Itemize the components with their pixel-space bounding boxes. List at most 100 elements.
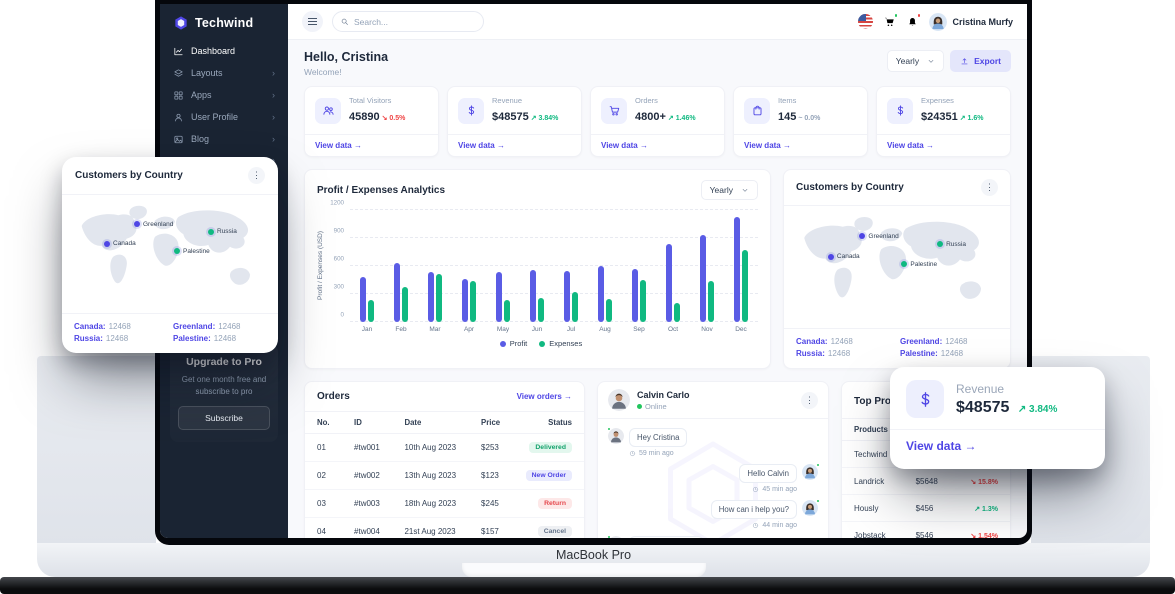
- sidebar-item-label: User Profile: [191, 112, 265, 122]
- chart-bars: [350, 210, 758, 322]
- cart-icon[interactable]: [883, 15, 896, 28]
- country-value: 12468: [106, 334, 128, 343]
- order-id: #tw003: [342, 490, 392, 518]
- subscribe-button[interactable]: Subscribe: [178, 406, 270, 430]
- country-name: Canada:: [796, 337, 828, 346]
- sidebar-item-apps[interactable]: Apps›: [160, 84, 288, 106]
- laptop-deck: MacBook Pro: [37, 543, 1150, 577]
- stat-label: Expenses: [921, 96, 983, 105]
- order-price: $253: [469, 434, 513, 462]
- stat-delta: ↘ 0.5%: [382, 115, 406, 122]
- chart-x-tick: Feb: [384, 326, 418, 333]
- table-row: 02#tw00213th Aug 2023$123New Order: [305, 462, 584, 490]
- country-name: Greenland:: [900, 337, 942, 346]
- profit-bar: [462, 279, 468, 322]
- us-flag-icon[interactable]: [858, 14, 873, 29]
- orders-title: Orders: [317, 391, 350, 402]
- export-button[interactable]: Export: [950, 50, 1011, 72]
- chart-x-tick: Jan: [350, 326, 384, 333]
- bar-group-jun: [520, 210, 554, 322]
- revenue-delta: ↗ 3.84%: [1018, 404, 1058, 415]
- dollar-icon: [916, 390, 935, 409]
- menu-toggle-button[interactable]: [302, 11, 323, 32]
- device-label: MacBook Pro: [37, 548, 1150, 562]
- legend-dot: [539, 341, 545, 347]
- marker-label: Greenland: [143, 221, 173, 228]
- hamburger-icon: [308, 21, 317, 22]
- bell-icon[interactable]: [906, 15, 919, 28]
- kebab-menu-icon[interactable]: ⋮: [248, 167, 265, 184]
- view-data-link[interactable]: View data →: [734, 134, 867, 156]
- brand[interactable]: Techwind: [160, 4, 288, 40]
- map-marker-greenland: Greenland: [134, 221, 173, 228]
- status-badge: Return: [538, 498, 572, 509]
- bar-group-may: [486, 210, 520, 322]
- chat-card: Calvin Carlo Online ⋮ Hey Cristina59 min…: [597, 381, 829, 538]
- stat-value: 145: [778, 111, 796, 123]
- user-menu[interactable]: Cristina Murfy: [929, 13, 1013, 31]
- search-input[interactable]: [332, 11, 484, 32]
- orders-col-header: Status: [513, 412, 584, 434]
- chat-bubble: Nice to meet you: [629, 536, 704, 538]
- chevron-right-icon: ›: [272, 69, 275, 78]
- sidebar-item-user-profile[interactable]: User Profile›: [160, 106, 288, 128]
- kebab-menu-icon[interactable]: ⋮: [801, 392, 818, 409]
- view-data-link[interactable]: View data →: [877, 134, 1010, 156]
- marker-label: Russia: [946, 241, 966, 248]
- chart-period-select[interactable]: Yearly: [701, 180, 758, 200]
- country-stat-canada: Canada:12468: [74, 322, 167, 331]
- chat-message: Nice to meet you: [608, 536, 818, 538]
- chart-x-tick: Mar: [418, 326, 452, 333]
- dollar-iconbox: [906, 380, 944, 418]
- marker-label: Canada: [837, 253, 860, 260]
- bar-group-oct: [656, 210, 690, 322]
- stat-value: 4800+: [635, 111, 666, 123]
- country-stat-russia: Russia:12468: [796, 349, 894, 358]
- order-no: 04: [305, 518, 342, 539]
- map-marker-palestine: Palestine: [174, 248, 210, 255]
- country-name: Palestine:: [900, 349, 938, 358]
- user-profile-icon: [173, 112, 184, 123]
- sidebar-item-label: Apps: [191, 90, 265, 100]
- order-date: 21st Aug 2023: [392, 518, 469, 539]
- sidebar-item-layouts[interactable]: Layouts›: [160, 62, 288, 84]
- clock-icon: [752, 522, 759, 529]
- sidebar-item-blog[interactable]: Blog›: [160, 128, 288, 150]
- marker-dot: [859, 233, 865, 239]
- map-marker-greenland: Greenland: [859, 233, 898, 240]
- chart-x-tick: May: [486, 326, 520, 333]
- marker-label: Russia: [217, 228, 237, 235]
- world-map: CanadaGreenlandRussiaPalestine: [792, 210, 1002, 322]
- clock-icon: [752, 486, 759, 493]
- legend-expenses: Expenses: [539, 339, 582, 348]
- expenses-bar: [368, 300, 374, 322]
- marker-dot: [901, 261, 907, 267]
- sidebar-item-dashboard[interactable]: Dashboard: [160, 40, 288, 62]
- view-data-link[interactable]: View data →: [305, 134, 438, 156]
- view-data-link[interactable]: View data →: [448, 134, 581, 156]
- period-select[interactable]: Yearly: [887, 50, 944, 72]
- welcome-text: Welcome!: [304, 67, 388, 77]
- country-value: 12468: [109, 322, 131, 331]
- expenses-bar: [436, 274, 442, 322]
- chart-x-axis: JanFebMarAprMayJunJulAugSepOctNovDec: [350, 326, 758, 333]
- profit-bar: [496, 272, 502, 322]
- country-stat-palestine: Palestine:12468: [173, 334, 266, 343]
- view-orders-link[interactable]: View orders →: [517, 392, 572, 401]
- chart-y-tick: 300: [324, 284, 344, 291]
- bar-chart-plot: 03006009001200: [324, 210, 758, 322]
- topbar: Cristina Murfy: [288, 4, 1027, 40]
- view-data-link[interactable]: View data →: [890, 429, 1105, 462]
- view-data-link[interactable]: View data →: [591, 134, 724, 156]
- profit-bar: [428, 272, 434, 322]
- time-text: 45 min ago: [762, 486, 797, 493]
- profit-bar: [632, 269, 638, 322]
- country-value: 12468: [941, 349, 963, 358]
- expenses-bar: [674, 303, 680, 322]
- greeting-row: Hello, Cristina Welcome! Yearly Export: [304, 50, 1011, 77]
- country-name: Russia:: [796, 349, 825, 358]
- stat-value: 45890: [349, 111, 380, 123]
- kebab-menu-icon[interactable]: ⋮: [981, 179, 998, 196]
- map-marker-canada: Canada: [828, 253, 860, 260]
- layouts-icon: [173, 68, 184, 79]
